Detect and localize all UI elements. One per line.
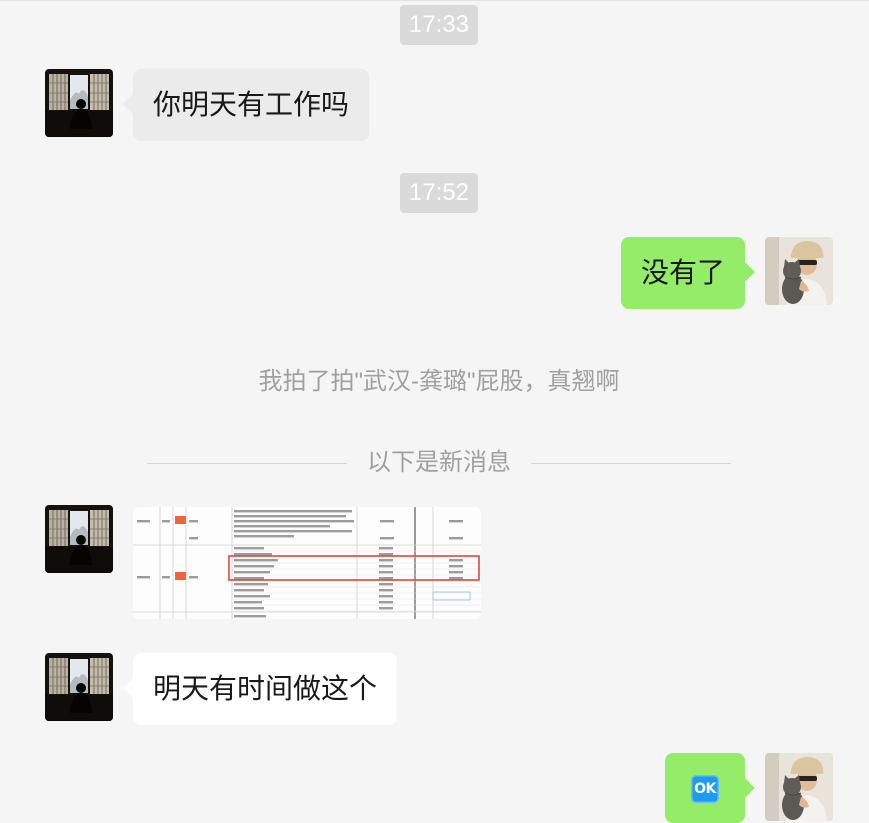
sheet-status-tag bbox=[175, 572, 186, 580]
sheet-cell-text bbox=[162, 576, 170, 579]
sheet-cell-text bbox=[189, 520, 198, 523]
sheet-cell-text bbox=[234, 565, 274, 568]
sheet-cell-text bbox=[379, 559, 393, 562]
my-avatar[interactable] bbox=[765, 237, 833, 305]
sheet-cell-text bbox=[380, 537, 394, 540]
spreadsheet-screenshot-image bbox=[133, 507, 481, 619]
sheet-cell-text bbox=[449, 571, 463, 574]
sheet-cell-text bbox=[379, 565, 393, 568]
sheet-cell-text bbox=[379, 553, 393, 556]
my-avatar-photo bbox=[765, 237, 833, 305]
ok-emoji-icon: OK bbox=[691, 775, 719, 803]
divider-label: 以下是新消息 bbox=[367, 449, 511, 476]
sheet-cell-text bbox=[379, 601, 393, 604]
sheet-cell-text bbox=[234, 571, 270, 574]
sheet-cell-text bbox=[380, 520, 394, 523]
sheet-cell-text bbox=[234, 520, 354, 523]
sheet-cell-text bbox=[449, 537, 463, 540]
pat-notification: 我拍了拍"武汉-龚璐"屁股，真翘啊 bbox=[258, 368, 620, 395]
sheet-status-tag bbox=[175, 516, 186, 524]
sheet-cell-text bbox=[379, 571, 393, 574]
received-image-message[interactable] bbox=[133, 507, 481, 619]
divider-line bbox=[531, 462, 731, 464]
sheet-cell-text bbox=[234, 577, 264, 580]
sheet-cell-text bbox=[379, 607, 393, 610]
window-panel-left bbox=[49, 510, 68, 546]
sheet-cell-text bbox=[379, 595, 393, 598]
sheet-cell-text bbox=[234, 583, 268, 586]
sheet-cell-text bbox=[137, 576, 150, 579]
sheet-cell-text bbox=[234, 530, 352, 533]
received-message-bubble[interactable]: 明天有时间做这个 bbox=[133, 653, 398, 725]
sheet-cell-text bbox=[234, 607, 264, 610]
sheet-cell-text bbox=[234, 615, 266, 618]
new-messages-divider: 以下是新消息 bbox=[147, 448, 731, 478]
contact-avatar-photo bbox=[45, 653, 113, 721]
my-avatar[interactable] bbox=[765, 753, 833, 821]
sheet-cell-text bbox=[379, 589, 393, 592]
window-panel-left bbox=[49, 74, 68, 110]
window-panel-right bbox=[90, 510, 109, 546]
contact-avatar[interactable] bbox=[45, 69, 113, 137]
sheet-cell-text bbox=[449, 520, 463, 523]
timestamp: 17:52 bbox=[399, 173, 479, 213]
sheet-cell-text bbox=[234, 515, 346, 518]
sheet-cell-text bbox=[234, 535, 294, 538]
sheet-cell-text bbox=[234, 595, 270, 598]
window-panel-right bbox=[90, 74, 109, 110]
sheet-cell-text bbox=[234, 510, 352, 513]
sheet-cell-text bbox=[234, 525, 330, 528]
sheet-cell-text bbox=[234, 601, 262, 604]
sheet-cell-text bbox=[234, 547, 264, 550]
sheet-cell-text bbox=[162, 520, 170, 523]
sheet-cell-text bbox=[449, 559, 463, 562]
sheet-cell-text bbox=[234, 553, 272, 556]
window-panel-right bbox=[90, 658, 109, 694]
chat-message-list[interactable]: 17:33 你明天有工作吗 17:52 没有了 我拍了拍"武汉-龚璐"屁股，真翘… bbox=[0, 0, 869, 823]
sent-message-bubble[interactable]: 没有了 bbox=[620, 237, 745, 309]
window-panel-left bbox=[49, 658, 68, 694]
sheet-cell-text bbox=[449, 565, 463, 568]
sheet-cell-text bbox=[379, 547, 393, 550]
sheet-cell-text bbox=[189, 537, 198, 540]
contact-avatar-photo bbox=[45, 69, 113, 137]
contact-avatar[interactable] bbox=[45, 653, 113, 721]
sheet-cell-text bbox=[137, 520, 150, 523]
sheet-cell-text bbox=[379, 577, 393, 580]
contact-avatar[interactable] bbox=[45, 505, 113, 573]
sheet-cell-text bbox=[449, 577, 463, 580]
my-avatar-photo bbox=[765, 753, 833, 821]
sheet-cell-text bbox=[234, 589, 264, 592]
sent-emoji-bubble[interactable]: OK bbox=[665, 753, 745, 823]
sheet-cell-text bbox=[379, 583, 393, 586]
top-divider-line bbox=[0, 0, 869, 1]
sheet-cell-text bbox=[189, 576, 198, 579]
sheet-cell-text bbox=[234, 559, 278, 562]
contact-avatar-photo bbox=[45, 505, 113, 573]
received-message-bubble[interactable]: 你明天有工作吗 bbox=[133, 69, 370, 141]
divider-line bbox=[147, 462, 347, 464]
timestamp: 17:33 bbox=[399, 5, 479, 45]
